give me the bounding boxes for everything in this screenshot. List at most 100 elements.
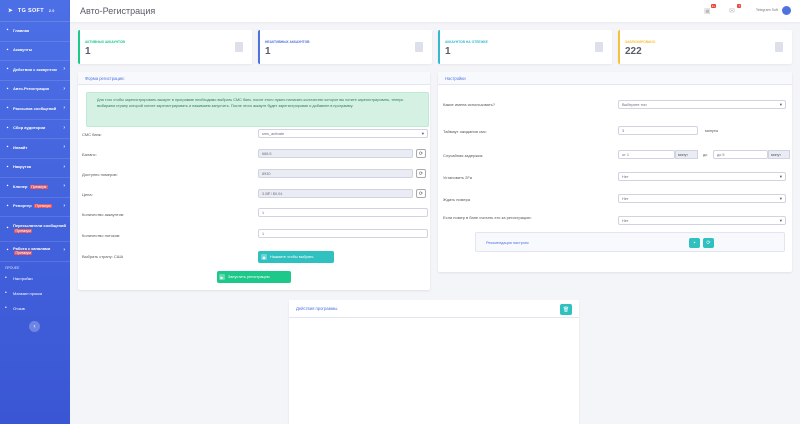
sidebar-item-report[interactable]: ▪ Репортер Премиум › [0, 198, 70, 217]
delay-mid-label: до [703, 153, 708, 157]
stat-label: Заблокировано [625, 40, 656, 44]
country-label: Выбрать страну: США [82, 254, 124, 259]
names-type-value: Выберите тип [622, 102, 647, 107]
delay-from-input[interactable]: от 1 [618, 150, 675, 159]
sidebar-item-invite[interactable]: ▪ Инвайт › [0, 139, 70, 159]
accounts-count-input[interactable]: 1 [258, 208, 428, 217]
available-field: 8930 [258, 169, 413, 178]
refresh-price-button[interactable]: ⟳ [416, 189, 426, 198]
mail-badge: 7 [737, 4, 741, 8]
sms-label: СМС банк: [82, 132, 102, 137]
sidebar-item-label: Рассылка сообщений [13, 105, 57, 111]
delay-to-input[interactable]: до 5 [713, 150, 768, 159]
sidebar-item-gear[interactable]: ▪ Действия с аккаунтом › [0, 61, 70, 81]
registration-form-card: Форма регистрации: Для того чтобы зареги… [78, 72, 430, 290]
timeout-label: Таймаут ожидания смс: [443, 129, 487, 134]
sidebar-collapse-button[interactable]: ‹ [29, 321, 40, 332]
sidebar-extra-feedback[interactable]: • Отзыв [0, 301, 70, 316]
chevron-right-icon: › [63, 247, 65, 254]
play-icon: ▶ [219, 274, 225, 280]
timeout-input[interactable]: 3 [618, 126, 698, 135]
premium-badge: Премиум [14, 251, 33, 256]
refresh-balance-button[interactable]: ⟳ [416, 149, 426, 158]
clear-log-button[interactable]: 🗑 [560, 304, 572, 315]
sidebar-extra-label: Настройки [13, 275, 33, 281]
names-type-select[interactable]: Выберите тип [618, 100, 786, 109]
stat-icon [415, 42, 423, 52]
premium-badge: Премиум [14, 229, 33, 233]
premium-badge: Премиум [33, 204, 53, 209]
chevron-right-icon: › [63, 144, 65, 151]
bell-icon[interactable]: ▣ 3+ [704, 4, 716, 15]
sidebar-item-clone[interactable]: ▪ Клонер Премиум › [0, 178, 70, 198]
mail-icon[interactable]: ✉ 7 [729, 4, 741, 15]
brand-name: TG SOFT [17, 7, 44, 14]
sidebar-item-users[interactable]: ▪ Аккаунты [0, 42, 70, 61]
twofa-select[interactable]: Нет [618, 172, 786, 181]
form-title: Форма регистрации: [78, 72, 430, 85]
topbar: Авто-Регистрация ▣ 3+ ✉ 7 Telegram Soft [70, 0, 800, 22]
sidebar-item-home[interactable]: ▪ Главная [0, 22, 70, 42]
sidebar-item-channel[interactable]: ▪ Работа с каналами Премиум › [0, 242, 70, 262]
stat-value: 1 [265, 46, 271, 57]
sms-bank-select[interactable]: sms_activate [258, 129, 428, 138]
stat-icon [595, 42, 603, 52]
start-registration-button[interactable]: ▶ Запустить регистрацию [217, 271, 291, 283]
boost-icon: ▪ [6, 163, 9, 170]
brand[interactable]: ➤ TG SOFT 2.0 [0, 0, 70, 22]
sidebar-extra-shop[interactable]: • Магазин прокси [0, 286, 70, 301]
stat-card: Активных аккаунтов 1 [78, 30, 252, 64]
price-value: 3.0₽ / $0.04 [262, 192, 283, 196]
sidebar-item-label: Сбор аудитории [13, 125, 46, 131]
program-log-card: Действия программы 🗑 [289, 300, 579, 424]
threads-label: Количество потоков: [82, 233, 121, 238]
stat-accent [618, 30, 620, 64]
log-title: Действия программы [289, 300, 579, 318]
invite-icon: ▪ [6, 144, 9, 151]
page-title: Авто-Регистрация [80, 6, 156, 16]
stat-label: Активных аккаунтов [85, 40, 125, 44]
sidebar: ➤ TG SOFT 2.0 ▪ Главная ▪ Аккаунты ▪ Дей… [0, 0, 70, 424]
bell-badge: 3+ [710, 4, 716, 8]
wait-select[interactable]: Нет [618, 194, 786, 203]
choose-country-button[interactable]: ◉ Нажмите чтобы выбрать [258, 251, 334, 263]
stat-label: Аккаунтов на отлежке [445, 40, 488, 44]
clone-icon: ▪ [6, 183, 9, 190]
info-alert: Для того чтобы зарегистрировать аккаунт … [86, 92, 429, 127]
avatar[interactable] [782, 6, 791, 15]
sidebar-item-forward[interactable]: ▪ Пересылатели сообщений Премиум [0, 217, 70, 242]
chevron-right-icon: › [63, 183, 65, 190]
threads-count-input[interactable]: 1 [258, 229, 428, 238]
refresh-available-button[interactable]: ⟳ [416, 169, 426, 178]
stat-value: 222 [625, 46, 642, 57]
settings-card: Настройки Какие имена использовать? Выбе… [438, 72, 792, 272]
sidebar-item-chart[interactable]: ▪ Сбор аудитории › [0, 120, 70, 139]
sidebar-item-label: Клонер Премиум [13, 183, 48, 189]
sidebar-item-label: Аккаунты [13, 47, 33, 53]
sidebar-item-envelope[interactable]: ▪ Рассылка сообщений › [0, 100, 70, 120]
reset-settings-button[interactable]: ⟳ [703, 238, 714, 248]
ban-select[interactable]: Нет [618, 216, 786, 225]
accounts-label: Количество аккаунтов: [82, 212, 125, 217]
stat-value: 1 [445, 46, 451, 57]
sidebar-extra-settings[interactable]: • Настройки [0, 271, 70, 286]
save-settings-button[interactable]: ▪ [689, 238, 700, 248]
threads-count-value: 1 [262, 231, 265, 236]
balance-value: 688.5 [262, 151, 272, 156]
plane-icon: ▪ [6, 85, 9, 92]
report-icon: ▪ [6, 202, 9, 209]
sidebar-item-boost[interactable]: ▪ Накрутка › [0, 159, 70, 178]
sidebar-item-plane[interactable]: ▪ Авто-Регистрация › [0, 81, 70, 100]
user-name[interactable]: Telegram Soft [756, 8, 778, 12]
stat-accent [78, 30, 80, 64]
names-label: Какие имена использовать? [443, 102, 495, 107]
start-registration-label: Запустить регистрацию [228, 275, 270, 279]
chevron-right-icon: › [63, 66, 65, 73]
chevron-left-icon: ‹ [33, 323, 36, 330]
envelope-icon: ▪ [6, 105, 9, 112]
sidebar-item-label: Репортер Премиум [13, 203, 53, 209]
ban-value: Нет [622, 218, 629, 223]
save-icon: ▪ [693, 240, 696, 246]
available-value: 8930 [262, 171, 271, 176]
premium-badge: Премиум [29, 184, 48, 189]
